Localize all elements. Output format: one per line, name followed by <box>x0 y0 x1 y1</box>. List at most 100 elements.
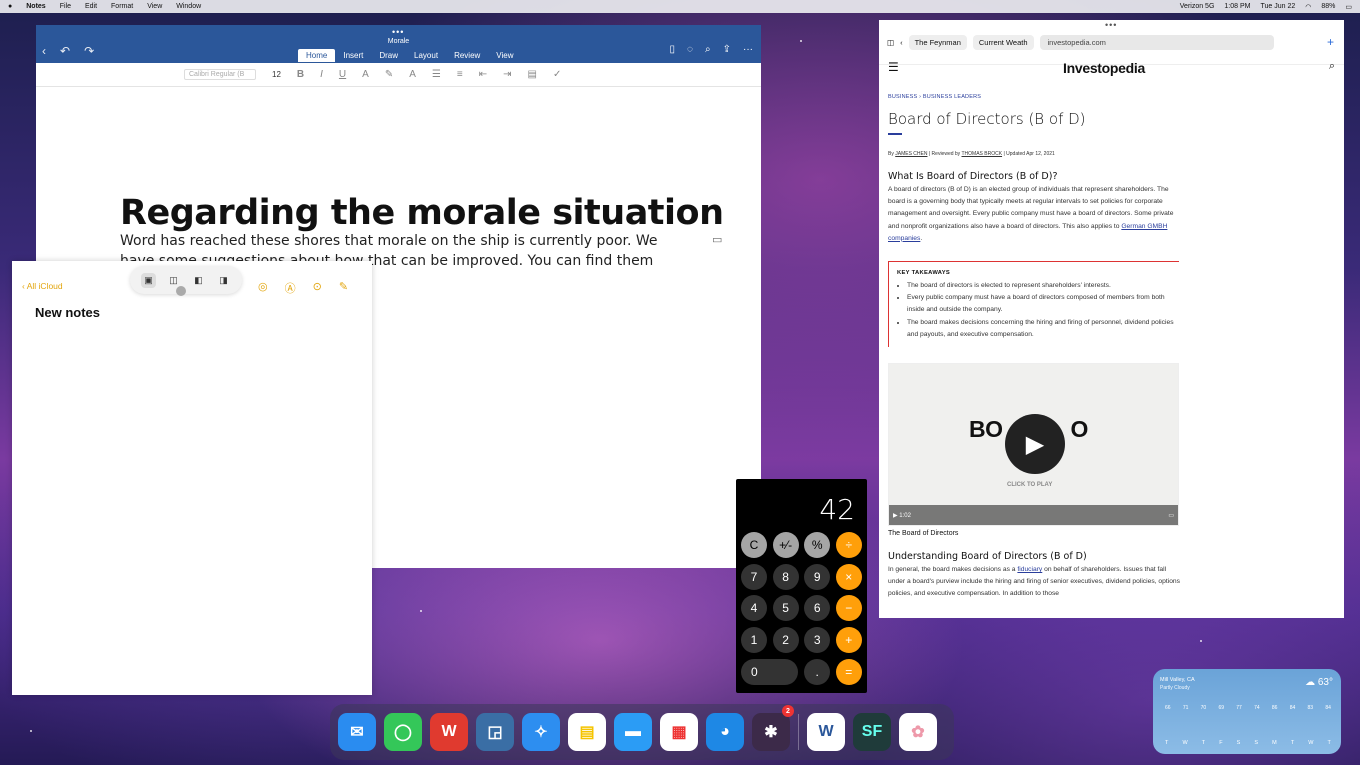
tab-view[interactable]: View <box>488 49 521 62</box>
menu-view[interactable]: View <box>147 3 162 10</box>
camera-icon[interactable]: ◎ <box>258 280 268 296</box>
mail-icon[interactable]: ✉ <box>338 713 376 751</box>
document-heading[interactable]: Regarding the morale situation <box>120 193 724 233</box>
phone-view-icon[interactable]: ▯ <box>670 44 676 55</box>
numbering-icon[interactable]: ≡ <box>457 69 463 80</box>
key-percent[interactable]: % <box>804 532 831 558</box>
tab-draw[interactable]: Draw <box>371 49 406 62</box>
key-1[interactable]: 1 <box>741 627 767 654</box>
menu-edit[interactable]: Edit <box>85 3 97 10</box>
weather-widget[interactable]: Mill Valley, CA Partly Cloudy ☁ 63° 66 71… <box>1153 669 1341 754</box>
document-title[interactable]: Morale <box>36 38 761 45</box>
airplay-icon[interactable]: ▭ <box>1168 512 1174 519</box>
italic-icon[interactable]: I <box>320 69 323 80</box>
key-clear[interactable]: C <box>741 532 767 558</box>
tab-review[interactable]: Review <box>446 49 488 62</box>
battery-percent[interactable]: 88% <box>1321 3 1335 10</box>
outdent-icon[interactable]: ⇤ <box>479 69 487 80</box>
menu-format[interactable]: Format <box>111 3 133 10</box>
files-icon[interactable]: ▬ <box>614 713 652 751</box>
menu-app-name[interactable]: Notes <box>26 3 45 10</box>
site-logo[interactable]: Investopedia <box>1063 60 1145 76</box>
address-bar[interactable]: investopedia.com <box>1039 35 1274 50</box>
comment-icon[interactable]: ▭ <box>712 233 722 246</box>
lightbulb-icon[interactable]: ◌ <box>687 44 693 55</box>
redo-icon[interactable]: ↷ <box>84 44 94 58</box>
clock-date[interactable]: Tue Jun 22 <box>1260 3 1295 10</box>
fantastical-icon[interactable]: ▦ <box>660 713 698 751</box>
note-title[interactable]: New notes <box>35 305 100 320</box>
menu-window[interactable]: Window <box>176 3 201 10</box>
key-equals[interactable]: = <box>835 658 862 685</box>
key-divide[interactable]: ÷ <box>835 532 862 558</box>
tab-home[interactable]: Home <box>298 49 336 62</box>
fiduciary-link[interactable]: fiduciary <box>1017 566 1042 573</box>
key-sign[interactable]: +⁄- <box>772 532 799 558</box>
editor-icon[interactable]: ✓ <box>553 69 561 80</box>
word-app-icon[interactable]: W <box>807 713 845 751</box>
crumb-business[interactable]: BUSINESS <box>888 94 917 100</box>
font-color-icon[interactable]: A <box>409 69 416 80</box>
clock-time[interactable]: 1:08 PM <box>1224 3 1250 10</box>
highlight-icon[interactable]: ✎ <box>385 69 393 80</box>
key-8[interactable]: 8 <box>772 563 799 590</box>
more-icon[interactable]: ⊙ <box>313 280 322 296</box>
font-size-field[interactable]: 12 <box>272 70 281 79</box>
screens-icon[interactable]: ◲ <box>476 713 514 751</box>
safari-icon[interactable]: ✧ <box>522 713 560 751</box>
key-2[interactable]: 2 <box>772 627 799 654</box>
key-decimal[interactable]: . <box>804 658 831 685</box>
key-multiply[interactable]: × <box>835 563 862 590</box>
share-icon[interactable]: ⇪ <box>723 44 731 55</box>
apple-icon[interactable]: ● <box>8 3 12 10</box>
markup-icon[interactable]: Ⓐ <box>285 280 296 296</box>
tab-feynman[interactable]: The Feynman <box>908 35 967 50</box>
key-4[interactable]: 4 <box>741 595 767 622</box>
key-0[interactable]: 0 <box>741 658 798 685</box>
styles-icon[interactable]: ▤ <box>527 69 536 80</box>
window-handle[interactable] <box>176 286 186 296</box>
sidebar-icon[interactable]: ◫ <box>887 38 894 47</box>
tweetbot-icon[interactable]: ◕ <box>706 713 744 751</box>
key-7[interactable]: 7 <box>741 563 767 590</box>
key-9[interactable]: 9 <box>804 563 831 590</box>
back-icon[interactable]: ‹ <box>900 38 903 47</box>
indent-icon[interactable]: ⇥ <box>503 69 511 80</box>
menu-file[interactable]: File <box>60 3 71 10</box>
undo-icon[interactable]: ↶ <box>60 44 70 58</box>
sf-symbols-icon[interactable]: SF <box>853 713 891 751</box>
key-plus[interactable]: + <box>835 627 862 654</box>
text-effects-icon[interactable]: A <box>362 69 369 80</box>
site-search-icon[interactable]: ⌕ <box>1329 60 1335 73</box>
bold-icon[interactable]: B <box>297 69 304 80</box>
tab-insert[interactable]: Insert <box>335 49 371 62</box>
messages-icon[interactable]: ◯ <box>384 713 422 751</box>
underline-icon[interactable]: U <box>339 69 346 80</box>
fullscreen-icon[interactable]: ▣ <box>141 272 156 288</box>
key-3[interactable]: 3 <box>804 627 831 654</box>
notes-app-icon[interactable]: ▤ <box>568 713 606 751</box>
slide-over-icon[interactable]: ◧ <box>191 273 206 288</box>
more-icon[interactable]: ··· <box>743 44 753 55</box>
wifi-icon[interactable]: ◠ <box>1305 3 1311 11</box>
back-button[interactable]: ‹ All iCloud <box>22 281 63 291</box>
play-icon[interactable]: ▶ <box>1005 414 1065 475</box>
photos-icon[interactable]: ✿ <box>899 713 937 751</box>
slack-icon[interactable]: ✱ 2 <box>752 705 794 751</box>
key-5[interactable]: 5 <box>772 595 799 622</box>
crumb-leaders[interactable]: BUSINESS LEADERS <box>923 94 981 100</box>
sidebar-icon[interactable]: ◨ <box>216 273 231 288</box>
compose-icon[interactable]: ✎ <box>339 280 348 296</box>
back-icon[interactable]: ‹ <box>42 44 46 58</box>
bullets-icon[interactable]: ☰ <box>432 69 441 80</box>
font-name-field[interactable]: Calibri Regular (B <box>184 69 256 80</box>
tab-weather[interactable]: Current Weath <box>972 35 1034 50</box>
key-minus[interactable]: − <box>835 595 862 622</box>
author-link[interactable]: JAMES CHEN <box>895 151 927 157</box>
window-handle-icon[interactable]: ••• <box>1105 20 1117 30</box>
key-6[interactable]: 6 <box>804 595 831 622</box>
wps-office-icon[interactable]: W <box>430 713 468 751</box>
tab-layout[interactable]: Layout <box>406 49 446 62</box>
hamburger-menu-icon[interactable]: ☰ <box>888 60 899 74</box>
video-player[interactable]: BO O ▶ CLICK TO PLAY ▶ 1:02 ▭ <box>888 363 1179 527</box>
